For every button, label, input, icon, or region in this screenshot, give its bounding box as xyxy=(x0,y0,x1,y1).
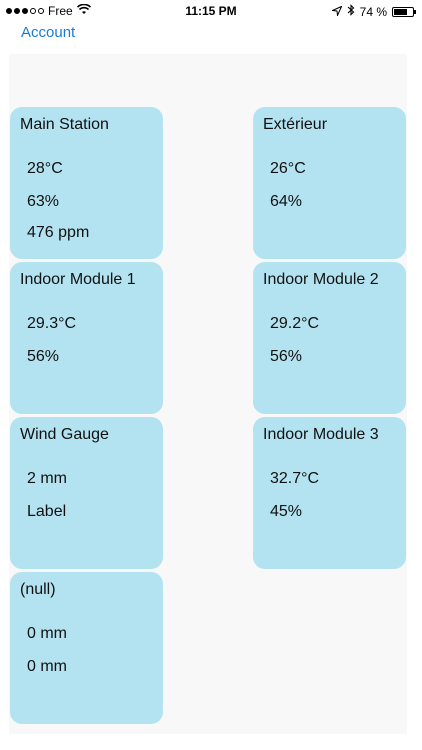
tile-title: Indoor Module 1 xyxy=(20,271,136,288)
tile-wind-gauge[interactable]: Wind Gauge 2 mm Label xyxy=(10,417,163,569)
tile-humidity: 64% xyxy=(270,193,303,210)
tile-indoor-module-1[interactable]: Indoor Module 1 29.3°C 56% xyxy=(10,262,163,414)
battery-fill xyxy=(394,8,407,15)
bluetooth-icon xyxy=(347,4,355,19)
tile-title: Wind Gauge xyxy=(20,426,109,443)
tile-temperature: 29.3°C xyxy=(27,315,77,332)
tile-co2: 476 ppm xyxy=(27,224,90,241)
tile-null-module[interactable]: (null) 0 mm 0 mm xyxy=(10,572,163,724)
tile-temperature: 28°C xyxy=(27,160,63,177)
tile-indoor-module-2[interactable]: Indoor Module 2 29.2°C 56% xyxy=(253,262,406,414)
account-button[interactable]: Account xyxy=(21,24,75,41)
tile-humidity: 45% xyxy=(270,503,303,520)
tile-value-2: 0 mm xyxy=(27,658,67,675)
tile-temperature: 29.2°C xyxy=(270,315,320,332)
tile-title: Indoor Module 2 xyxy=(263,271,379,288)
tile-humidity: 56% xyxy=(270,348,303,365)
tile-temperature: 32.7°C xyxy=(270,470,320,487)
battery-icon xyxy=(392,6,416,17)
tile-main-station[interactable]: Main Station 28°C 63% 476 ppm xyxy=(10,107,163,259)
status-right: 74 % xyxy=(330,4,416,19)
tile-temperature: 26°C xyxy=(270,160,306,177)
status-bar: Free 11:15 PM 74 % xyxy=(0,0,422,22)
tile-humidity: 56% xyxy=(27,348,60,365)
battery-percent: 74 % xyxy=(359,4,387,19)
tile-title: (null) xyxy=(20,581,56,598)
station-grid: Main Station 28°C 63% 476 ppm Extérieur … xyxy=(9,54,407,734)
location-icon xyxy=(330,5,343,19)
tile-title: Main Station xyxy=(20,116,109,133)
tile-value-2: Label xyxy=(27,503,67,520)
tile-humidity: 63% xyxy=(27,193,60,210)
tile-value-1: 2 mm xyxy=(27,470,67,487)
tile-exterieur[interactable]: Extérieur 26°C 64% xyxy=(253,107,406,259)
tile-value-1: 0 mm xyxy=(27,625,67,642)
tile-title: Indoor Module 3 xyxy=(263,426,379,443)
tile-indoor-module-3[interactable]: Indoor Module 3 32.7°C 45% xyxy=(253,417,406,569)
tile-title: Extérieur xyxy=(263,116,328,133)
